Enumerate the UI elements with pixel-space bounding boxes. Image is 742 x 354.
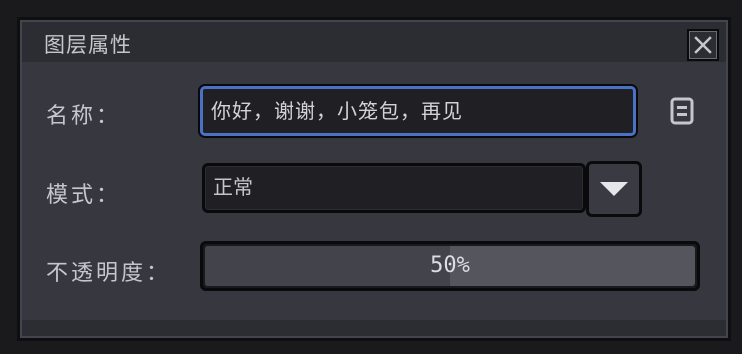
opacity-slider-track: 50% xyxy=(205,246,695,286)
blend-mode-dropdown-button[interactable] xyxy=(586,161,642,217)
opacity-value: 50% xyxy=(430,253,470,278)
name-label: 名称： xyxy=(46,104,122,129)
delete-name-button[interactable] xyxy=(670,97,694,125)
mode-label: 模式： xyxy=(46,183,122,208)
trash-icon xyxy=(670,97,694,125)
blend-mode-select[interactable]: 正常 xyxy=(202,163,586,213)
close-icon xyxy=(694,36,712,54)
chevron-down-icon xyxy=(600,182,628,196)
close-button[interactable] xyxy=(687,29,719,61)
dialog-titlebar[interactable]: 图层属性 xyxy=(22,22,726,62)
opacity-slider[interactable]: 50% xyxy=(200,241,700,291)
dialog-title: 图层属性 xyxy=(44,33,132,57)
name-input[interactable]: 你好，谢谢，小笼包，再见 xyxy=(200,86,636,136)
layer-properties-dialog: 图层属性 名称： 你好，谢谢，小笼包，再见 模式： 正常 不透明度： 50% xyxy=(17,17,731,341)
opacity-label: 不透明度： xyxy=(46,261,172,286)
dialog-bottom-bar xyxy=(22,320,726,336)
